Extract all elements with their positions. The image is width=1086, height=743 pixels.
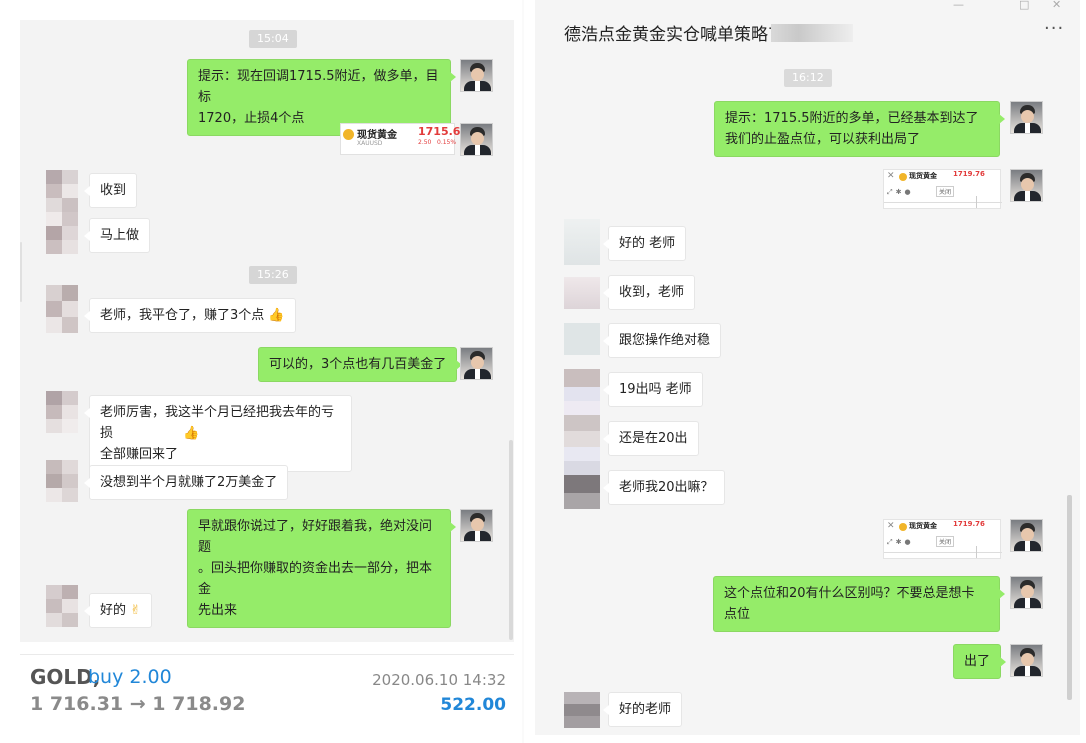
avatar[interactable] xyxy=(460,509,493,542)
trade-prices: 1 716.31 → 1 718.92 xyxy=(30,693,246,715)
timestamp: 15:04 xyxy=(249,30,297,48)
gold-coin-icon xyxy=(343,129,354,140)
toolbar-icons[interactable]: ⤢✱● xyxy=(887,188,914,197)
quote-change-pct: 0.15% xyxy=(437,139,457,146)
avatar[interactable] xyxy=(1010,644,1043,677)
message-bubble-received[interactable]: 跟您操作绝对稳 xyxy=(602,323,722,358)
quote-name: 现货黄金 xyxy=(357,130,397,141)
avatar[interactable] xyxy=(1010,101,1043,134)
trade-summary: GOLD, buy 2.00 1 716.31 → 1 718.92 2020.… xyxy=(20,654,514,724)
blurred-avatar[interactable] xyxy=(46,585,78,627)
avatar[interactable] xyxy=(1010,519,1043,552)
message-text: 好的 xyxy=(100,603,127,618)
toolbar-icons[interactable]: ⤢✱● xyxy=(887,538,914,547)
quote-change: 2.50 xyxy=(418,139,432,146)
message-bubble-received[interactable]: 还是在20出 xyxy=(603,421,699,456)
blurred-avatar[interactable] xyxy=(46,460,78,502)
right-chat-panel: — □ ✕ 德浩点金黄金实仓喊单策略7群 ··· 16:12 提示：1715.5… xyxy=(535,0,1080,735)
trade-datetime: 2020.06.10 14:32 xyxy=(372,671,506,689)
quote-price: 1719.76 xyxy=(953,520,985,528)
message-text: 老师厉害，我这半个月已经把我去年的亏损 全部赚回来了 xyxy=(100,405,335,462)
blurred-avatar[interactable] xyxy=(564,692,600,728)
scrollbar[interactable] xyxy=(1067,495,1072,700)
scrollbar[interactable] xyxy=(509,440,513,640)
maximize-icon[interactable]: □ xyxy=(1019,0,1029,11)
blurred-avatar[interactable] xyxy=(46,170,78,254)
quote-name: 现货黄金 xyxy=(909,172,937,180)
victory-hand-icon: ✌ xyxy=(130,603,142,618)
close-button[interactable]: 关闭 xyxy=(936,186,955,197)
quote-price: 1719.76 xyxy=(953,170,985,178)
thumbs-up-icon: 👍 xyxy=(268,308,285,323)
timestamp: 15:26 xyxy=(249,266,297,284)
more-icon[interactable]: ··· xyxy=(1044,18,1064,39)
quote-name: 现货黄金 xyxy=(909,522,937,530)
left-chat-panel: 15:04 提示：现在回调1715.5附近，做多单，目标 1720，止损4个点 … xyxy=(20,20,514,642)
blurred-avatar[interactable] xyxy=(46,285,78,333)
quote-symbol: XAUUSD xyxy=(357,140,383,147)
message-bubble-received[interactable]: 好的 老师 xyxy=(602,226,687,261)
message-bubble-received[interactable]: 收到 xyxy=(83,173,138,208)
trade-profit: 522.00 xyxy=(440,695,506,715)
divider xyxy=(522,0,524,743)
minimize-icon[interactable]: — xyxy=(953,0,964,11)
message-bubble-received[interactable]: 收到，老师 xyxy=(602,275,696,310)
message-bubble-received[interactable]: 老师，我平仓了，赚了3个点 👍 xyxy=(84,298,296,333)
avatar[interactable] xyxy=(460,123,493,156)
gold-quote-card[interactable]: 现货黄金 XAUUSD 1715.6 2.50 0.15% xyxy=(340,123,460,155)
title-blur xyxy=(771,24,853,42)
close-icon[interactable]: ✕ xyxy=(887,521,895,531)
close-icon[interactable]: ✕ xyxy=(887,171,895,181)
close-button[interactable]: 关闭 xyxy=(936,536,955,547)
trade-action: buy 2.00 xyxy=(88,666,172,688)
close-icon[interactable]: ✕ xyxy=(1052,0,1061,11)
message-bubble-received[interactable]: 好的 ✌ xyxy=(83,593,153,628)
gold-quote-card[interactable]: ✕ 现货黄金 1719.76 ⤢✱● 关闭 xyxy=(883,169,1002,209)
gold-quote-card[interactable]: ✕ 现货黄金 1719.76 ⤢✱● 关闭 xyxy=(883,519,1002,559)
message-bubble-sent[interactable]: 可以的，3个点也有几百美金了 xyxy=(258,347,463,382)
message-text: 老师，我平仓了，赚了3个点 xyxy=(100,308,265,323)
message-bubble-sent[interactable]: 这个点位和20有什么区别吗？不要总是想卡 点位 xyxy=(713,576,1005,632)
avatar[interactable] xyxy=(460,347,493,380)
timestamp: 16:12 xyxy=(784,69,832,87)
message-bubble-sent[interactable]: 提示：1715.5附近的多单，已经基本到达了 我们的止盈点位，可以获利出局了 xyxy=(714,101,1005,157)
message-bubble-received[interactable]: 马上做 xyxy=(83,218,151,253)
message-bubble-received[interactable]: 老师厉害，我这半个月已经把我去年的亏损 全部赚回来了 👍 xyxy=(84,395,352,472)
gold-coin-icon xyxy=(899,523,907,531)
avatar[interactable] xyxy=(1010,169,1043,202)
gold-coin-icon xyxy=(899,173,907,181)
thumbs-up-icon: 👍 xyxy=(183,426,200,441)
blurred-avatar[interactable] xyxy=(46,391,78,433)
chat-title: 德浩点金黄金实仓喊单策略7群 xyxy=(564,25,796,45)
blurred-avatars[interactable] xyxy=(564,219,600,509)
avatar[interactable] xyxy=(460,59,493,92)
message-bubble-received[interactable]: 好的老师 xyxy=(602,692,683,727)
message-bubble-sent[interactable]: 早就跟你说过了，好好跟着我，绝对没问题 。回头把你赚取的资金出去一部分，把本金 … xyxy=(187,509,456,628)
message-bubble-received[interactable]: 19出吗 老师 xyxy=(603,372,703,407)
message-bubble-received[interactable]: 没想到半个月就赚了2万美金了 xyxy=(83,465,289,500)
left-edge-handle xyxy=(20,242,22,302)
message-bubble-received[interactable]: 老师我20出嘛？ xyxy=(603,470,725,505)
message-bubble-sent[interactable]: 出了 xyxy=(953,644,1007,679)
avatar[interactable] xyxy=(1010,576,1043,609)
quote-price: 1715.6 xyxy=(418,125,461,138)
